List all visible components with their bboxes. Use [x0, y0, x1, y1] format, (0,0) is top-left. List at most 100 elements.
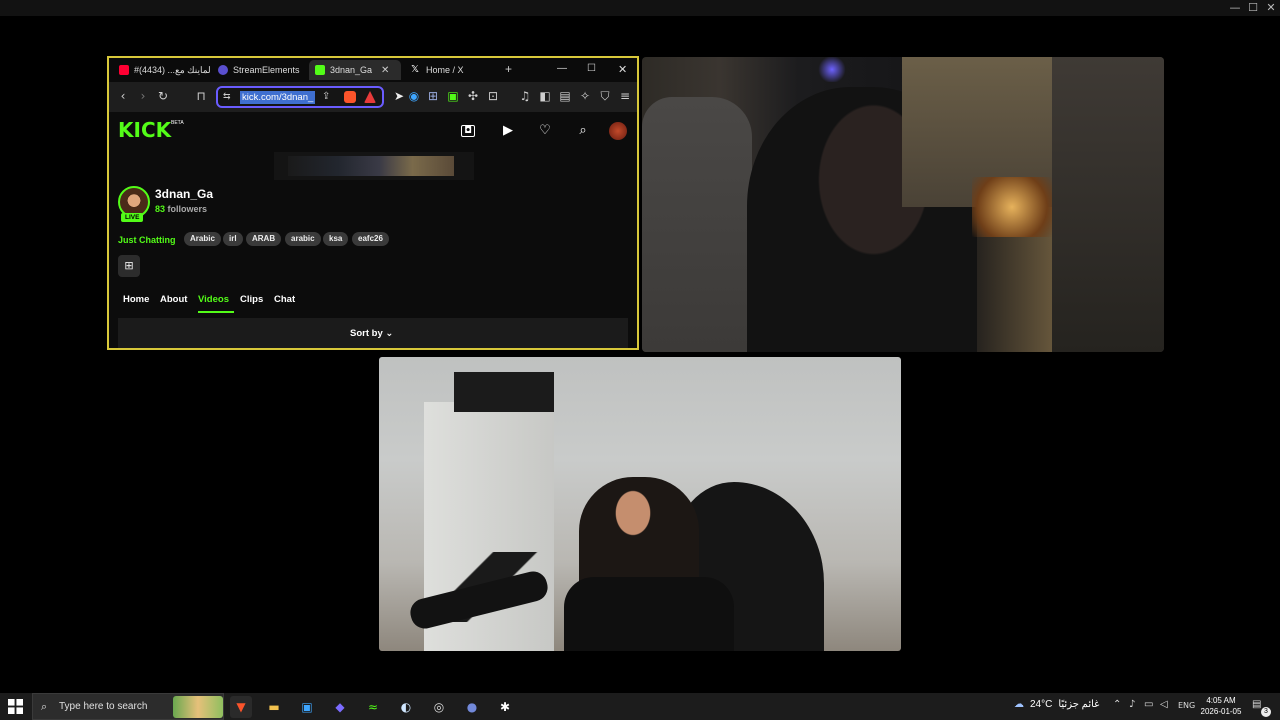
file-explorer-icon[interactable]: ▬ [263, 696, 285, 718]
watch-party-icon[interactable]: ◘ [461, 125, 475, 137]
taskbar-search-box[interactable]: ⌕ Type here to search [32, 693, 224, 720]
site-info-icon[interactable]: ⇆ [223, 91, 231, 102]
clock-time: 4:05 AM [1206, 696, 1236, 705]
extension-audio-icon[interactable]: ◉ [406, 88, 422, 104]
settings-app-icon[interactable]: ✱ [494, 696, 516, 718]
chair-shape [642, 97, 752, 352]
extension-kick-icon[interactable]: ▣ [445, 88, 461, 104]
browser-minimize-button[interactable]: — [557, 63, 567, 74]
screenshot-icon[interactable]: ⊡ [485, 88, 501, 104]
live-badge: LIVE [121, 213, 144, 222]
preview-image [288, 156, 454, 176]
following-icon[interactable]: ▶ [499, 122, 517, 140]
tab-close-icon[interactable]: ✕ [381, 65, 389, 76]
wallet-icon[interactable]: ▤ [557, 88, 573, 104]
outer-title-bar: — ☐ ✕ [0, 0, 1280, 16]
heart-icon[interactable]: ♡ [536, 122, 554, 140]
gift-icon[interactable]: ⊞ [118, 255, 140, 277]
vpn-icon[interactable]: ⛉ [597, 88, 613, 104]
brave-browser-icon[interactable]: ▼ [230, 696, 252, 718]
blue-light [817, 57, 847, 82]
tab-youtube[interactable]: #الماينك مع... (4434) [113, 60, 211, 80]
browser-close-button[interactable]: ✕ [618, 63, 627, 76]
back-icon[interactable]: ‹ [115, 88, 131, 104]
reload-icon[interactable]: ↻ [155, 88, 171, 104]
follower-count: 83 followers [155, 204, 207, 214]
extension-translate-icon[interactable]: ⊞ [425, 88, 441, 104]
taskbar: ⌕ Type here to search ▼ ▬ ▣ ◆ ≈ ◐ ◎ ● ✱ … [0, 693, 1280, 720]
tag-chip[interactable]: ARAB [246, 232, 282, 246]
menu-icon[interactable]: ≡ [617, 88, 633, 104]
address-bar[interactable]: ⇆ kick.com/3dnan_ ⇪ [216, 86, 384, 108]
tag-chip[interactable]: arabic [285, 232, 321, 246]
x-icon: 𝕏 [411, 64, 420, 75]
weather-temperature: 24°C [1030, 699, 1053, 710]
tab-kick[interactable]: 3dnan_Ga ✕ [309, 60, 401, 80]
tab-videos[interactable]: Videos [198, 294, 229, 305]
tab-streamelements[interactable]: StreamElements [212, 60, 308, 80]
forward-icon[interactable]: › [135, 88, 151, 104]
outer-close-button[interactable]: ✕ [1260, 0, 1280, 16]
room-wall [1052, 57, 1164, 352]
channel-name: 3dnan_Ga [155, 187, 214, 201]
browser-window: #الماينك مع... (4434) StreamElements 3dn… [107, 56, 639, 350]
kick-logo[interactable]: KICK [118, 118, 171, 142]
steam-icon[interactable]: ◐ [395, 696, 417, 718]
leo-ai-icon[interactable]: ✧ [577, 88, 593, 104]
streamelements-icon [218, 65, 228, 75]
webcam-feed-top [642, 57, 1164, 352]
tab-clips[interactable]: Clips [240, 294, 263, 305]
sort-by-button[interactable]: Sort by ⌄ [350, 328, 393, 339]
media-icon[interactable]: ♫ [517, 88, 533, 104]
tab-chat[interactable]: Chat [274, 294, 295, 305]
extensions-icon[interactable]: ✣ [465, 88, 481, 104]
bookmark-icon[interactable]: ⊓ [193, 88, 209, 104]
tag-chip[interactable]: ksa [323, 232, 349, 246]
browser-maximize-button[interactable]: ☐ [587, 63, 596, 74]
notification-badge: 3 [1261, 707, 1271, 717]
tab-label: #الماينك مع... (4434) [134, 64, 211, 75]
search-placeholder: Type here to search [59, 701, 148, 712]
webcam-feed-bottom [379, 357, 901, 651]
kick-app-icon[interactable]: ≈ [362, 696, 384, 718]
lamp-glow [972, 177, 1052, 237]
cursor-icon: ➤ [393, 89, 405, 103]
tray-chevron-up-icon[interactable]: ⌃ [1113, 699, 1121, 710]
share-icon[interactable]: ⇪ [322, 91, 330, 102]
volume-icon[interactable]: ◁ [1160, 699, 1168, 710]
language-indicator[interactable]: ENG [1178, 701, 1195, 710]
weather-icon: ☁ [1014, 699, 1024, 710]
brave-rewards-icon[interactable] [364, 91, 376, 103]
store-icon[interactable]: ▣ [296, 696, 318, 718]
category-link[interactable]: Just Chatting [118, 235, 176, 245]
brave-shields-icon[interactable] [344, 91, 356, 103]
microphone-icon[interactable]: ♪ [1129, 699, 1135, 710]
user-avatar[interactable] [609, 122, 627, 140]
tab-x[interactable]: 𝕏 Home / X [405, 60, 485, 80]
active-tab-underline [198, 311, 234, 313]
clock[interactable]: 4:05 AM 2026-01-05 [1198, 695, 1244, 717]
search-highlight-image[interactable] [173, 696, 223, 718]
url-text[interactable]: kick.com/3dnan_ [240, 91, 316, 104]
network-icon[interactable]: ▭ [1144, 699, 1153, 710]
tab-label: Home / X [426, 65, 464, 75]
tag-chip[interactable]: Arabic [184, 232, 221, 246]
recording-app-icon[interactable]: ◎ [428, 696, 450, 718]
new-tab-button[interactable]: + [505, 62, 512, 76]
windows-start-icon[interactable] [8, 699, 23, 714]
stream-preview[interactable] [274, 152, 474, 180]
obs-like-icon[interactable]: ◆ [329, 696, 351, 718]
weather-widget[interactable]: ☁ 24°C غائم جزئيًا [1014, 699, 1099, 710]
sidebar-icon[interactable]: ◧ [537, 88, 553, 104]
discord-icon[interactable]: ● [461, 696, 483, 718]
weather-condition: غائم جزئيًا [1058, 699, 1100, 710]
tab-about[interactable]: About [160, 294, 187, 305]
search-icon[interactable]: ⌕ [574, 122, 592, 140]
search-icon: ⌕ [41, 700, 48, 713]
tag-chip[interactable]: eafc26 [352, 232, 389, 246]
tag-chip[interactable]: irl [223, 232, 243, 246]
notification-icon[interactable]: ▤ [1252, 699, 1261, 710]
browser-toolbar: ‹ › ↻ ⊓ ⇆ kick.com/3dnan_ ⇪ ➤ ◉ ⊞ ▣ ✣ ⊡ … [109, 82, 637, 112]
tab-home[interactable]: Home [123, 294, 149, 305]
boxes-on-wardrobe [454, 372, 554, 412]
